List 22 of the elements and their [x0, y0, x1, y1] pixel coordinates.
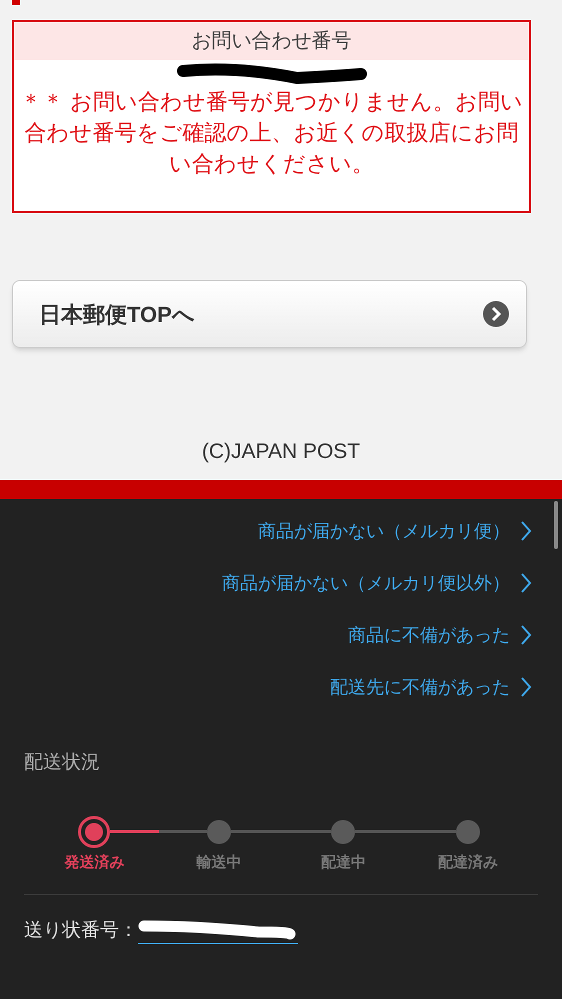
- step-label: 配達中: [320, 852, 366, 872]
- chevron-right-icon: [520, 520, 532, 542]
- help-link[interactable]: 商品に不備があった: [348, 623, 532, 647]
- chevron-right-icon: [520, 676, 532, 698]
- tracking-link[interactable]: [138, 918, 298, 944]
- step-label: 輸送中: [196, 852, 242, 872]
- step-label: 発送済み: [64, 852, 124, 872]
- top-page-button[interactable]: 日本郵便TOPへ: [12, 280, 527, 348]
- step-label: 配達済み: [438, 852, 498, 872]
- panel-header: お問い合わせ番号: [14, 22, 529, 60]
- chevron-circle-icon: [482, 300, 510, 328]
- scrollbar: [554, 501, 558, 549]
- tracking-label: 送り状番号：: [24, 918, 138, 942]
- section-title: 配送状況: [24, 751, 101, 775]
- chevron-right-icon: [520, 572, 532, 594]
- help-link[interactable]: 商品が届かない（メルカリ便以外）: [222, 571, 532, 595]
- chevron-right-icon: [520, 624, 532, 646]
- section-marker: [12, 0, 20, 5]
- help-link[interactable]: 商品が届かない（メルカリ便）: [258, 519, 532, 543]
- help-link[interactable]: 配送先に不備があった: [330, 675, 532, 699]
- error-message: ＊＊ お問い合わせ番号が見つかりません。お問い合わせ番号をご確認の上、お近くの取扱店にお問い合わせください。: [18, 88, 524, 178]
- copyright-text: (C)JAPAN POST: [202, 439, 360, 465]
